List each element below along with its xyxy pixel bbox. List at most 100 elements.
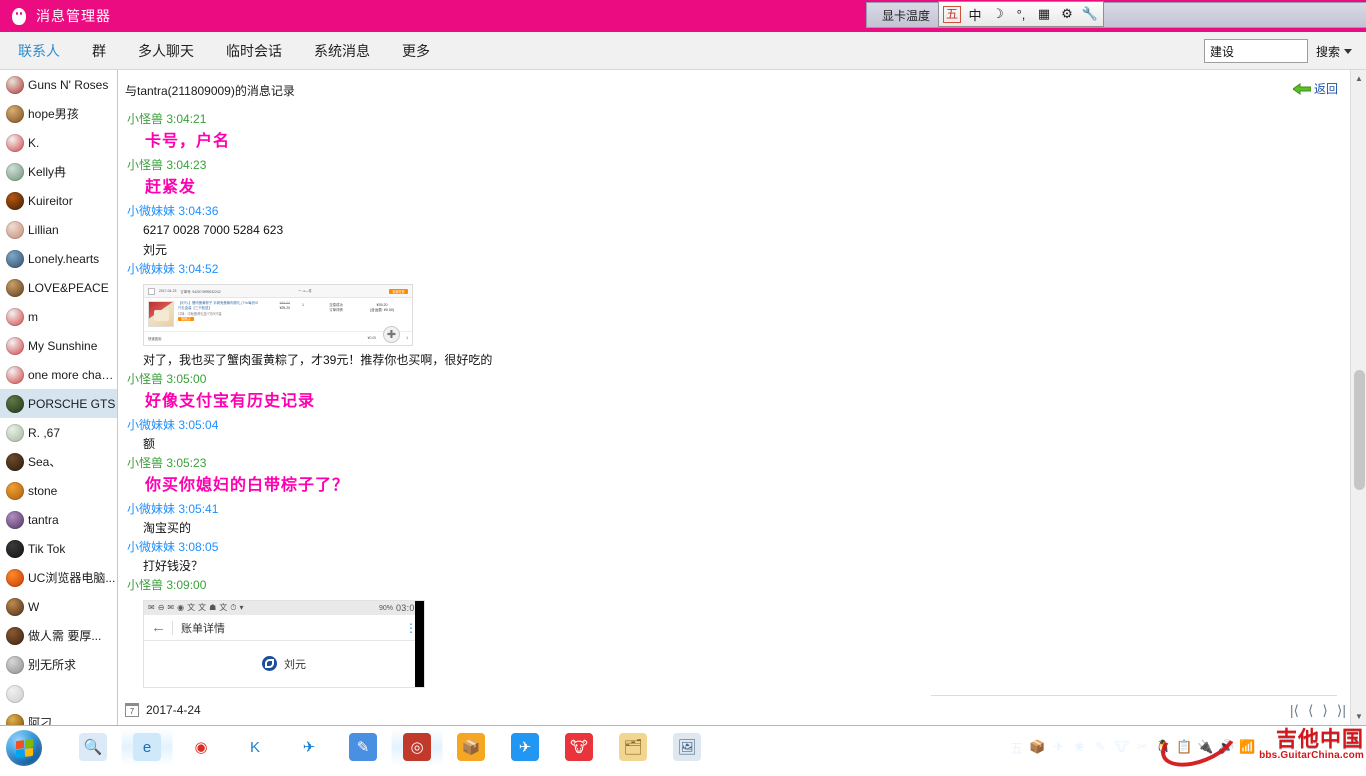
package-icon: 📦 [457,733,485,761]
tab-2[interactable]: 多人聊天 [138,41,194,61]
avatar [6,307,24,326]
sidebar-item-contact[interactable]: one more chance [0,360,117,389]
prev-page-button[interactable]: ⟨ [1308,702,1313,719]
product-title[interactable]: 【5只L】蟹肉蛋黄粽子 手剥壳蛋黄肉粽礼 (7%/每份/5只礼盒装【三只松鼠】 [178,301,258,311]
tab-3[interactable]: 临时会话 [226,41,282,61]
sidebar-item-contact[interactable]: Lillian [0,215,117,244]
taskbar-item-photo-viewer[interactable]: 🖼 [661,728,713,766]
scrollbar-thumb[interactable] [1354,370,1365,490]
ime-toolbox-icon[interactable]: ⚙ [1058,4,1076,24]
tab-5[interactable]: 更多 [402,41,430,61]
sidebar-item-contact[interactable]: UC浏览器电脑... [0,563,117,592]
tray-momo-icon[interactable]: 🐮 [1111,735,1132,759]
ime-moon-icon[interactable]: ☽ [989,4,1007,24]
contact-name: stone [28,483,58,498]
tray-scissors-icon[interactable]: ✂ [1132,735,1153,759]
explorer-icon: 🗂 [619,733,647,761]
taskbar-item-search-doc[interactable]: 🔍 [67,728,119,766]
internet-explorer-icon: e [133,733,161,761]
taskbar-item-chrome[interactable]: ◉ [175,728,227,766]
sidebar-item-contact[interactable]: PORSCHE GTS [0,389,117,418]
ime-punctuation-icon[interactable]: °, [1012,4,1030,24]
contact-name: Lonely.hearts [28,251,100,266]
zoom-in-icon[interactable]: ✚ [383,326,400,343]
message-sender: 小微妹妹 3:04:52 [127,262,219,276]
sidebar-item-contact[interactable]: Sea、 [0,447,117,476]
vertical-scrollbar[interactable]: ▲ ▼ [1350,70,1366,725]
search-input[interactable] [1203,39,1308,63]
sidebar-item-contact[interactable]: Tik Tok [0,534,117,563]
tab-4[interactable]: 系统消息 [314,41,370,61]
taskbar-item-kingsoft[interactable]: K [229,728,281,766]
tray-grip[interactable] [992,734,1002,760]
ime-softkeyboard-icon[interactable]: ▦ [1035,4,1053,24]
message-sender: 小微妹妹 3:04:36 [127,204,219,218]
taskbar-item-internet-explorer[interactable]: e [121,728,173,766]
scroll-up-button[interactable]: ▲ [1351,70,1366,87]
ime-chinese-mode-icon[interactable]: 中 [966,4,984,24]
first-page-button[interactable]: |⟨ [1290,702,1299,719]
gpu-temperature-widget[interactable]: 显卡温度 [866,2,946,28]
tray-network-tool-icon[interactable]: ❀ [1069,735,1090,759]
tray-clipboard-icon[interactable]: 📋 [1174,735,1195,759]
taskbar-clock[interactable]: 2017/5/15 星期一 [1258,734,1350,760]
tray-usb-safe-icon[interactable]: 🔌 [1195,735,1216,759]
back-link[interactable]: 返回 [1292,80,1338,97]
taskbar-item-tim[interactable]: ✈ [499,728,551,766]
tray-tim-icon[interactable]: ✈ [1048,735,1069,759]
tray-package-icon[interactable]: 📦 [1027,735,1048,759]
contacts-sidebar[interactable]: Guns N' Roses hope男孩 K. Kelly冉 Kuireitor Lill… [0,70,118,725]
taskbar-item-game[interactable]: ◎ [391,728,443,766]
taskbar-item-editor[interactable]: ✎ [337,728,389,766]
sidebar-item-contact[interactable]: K. [0,128,117,157]
back-arrow-icon[interactable]: ← [151,620,166,635]
taskbar-grip[interactable] [51,732,63,762]
phone-bill-screenshot[interactable]: ✉ ⊖ ✉ ◉ 文文 ☗ 文 ⏱ ▾ 90% 03:08 ← 账单详情 ⋮ 刘元 [143,600,425,688]
tray-qq-icon[interactable]: 🐧 [1153,735,1174,759]
sidebar-item-contact[interactable]: tantra [0,505,117,534]
sidebar-item-contact[interactable]: Kelly冉 [0,157,117,186]
scroll-down-button[interactable]: ▼ [1351,708,1366,725]
window-title: 消息管理器 [36,8,111,24]
avatar [6,278,24,297]
last-page-button[interactable]: ⟩| [1337,702,1346,719]
order-checkbox[interactable] [148,287,155,295]
sidebar-item-contact[interactable]: Lonely.hearts [0,244,117,273]
sidebar-item-contact[interactable]: 别无所求 [0,650,117,679]
sidebar-item-contact[interactable]: hope男孩 [0,99,117,128]
taskbar-item-package[interactable]: 📦 [445,728,497,766]
sidebar-item-contact[interactable]: R. ,67 [0,418,117,447]
ime-wrench-icon[interactable]: 🔧 [1081,4,1099,24]
tray-editor-icon[interactable]: ✎ [1090,735,1111,759]
tray-volume-icon[interactable]: 🔊 [1216,735,1237,759]
taskbar-item-foxmail[interactable]: ✈ [283,728,335,766]
sidebar-item-contact[interactable]: 做人需 要厚... [0,621,117,650]
sidebar-item-contact[interactable]: 阿刁 [0,708,117,725]
contact-name: R. ,67 [28,425,61,440]
ime-toolbar[interactable]: 五中 ☽ °, ▦ ⚙ 🔧 [938,1,1104,27]
sidebar-item-contact[interactable]: My Sunshine [0,331,117,360]
sidebar-item-contact[interactable]: LOVE&PEACE [0,273,117,302]
ime-logo-icon[interactable]: 五 [943,5,961,23]
chat-date: 2017-4-24 [146,703,201,717]
sidebar-item-contact[interactable]: W [0,592,117,621]
search-button[interactable]: 搜索 [1308,38,1356,64]
sidebar-item-contact[interactable] [0,679,117,708]
sidebar-item-contact[interactable]: stone [0,476,117,505]
tab-0[interactable]: 联系人 [18,41,60,61]
taobao-order-screenshot[interactable]: 2017-04-23 订单号: 942574999032242 一ం—­件 卖家旺旺【… [143,284,413,346]
taskbar-item-momo[interactable]: 🐮 [553,728,605,766]
show-desktop-button[interactable] [1353,726,1364,768]
pagination[interactable]: |⟨ ⟨ ⟩ ⟩| [1290,702,1346,719]
taskbar-item-explorer[interactable]: 🗂 [607,728,659,766]
start-button[interactable] [2,727,48,767]
chat-header: 与tantra(211809009)的消息记录 返回 [119,70,1350,100]
next-page-button[interactable]: ⟩ [1322,702,1327,719]
tray-network-icon[interactable]: 📶 [1237,735,1258,759]
avatar [6,220,24,239]
tab-1[interactable]: 群 [92,41,106,61]
sidebar-item-contact[interactable]: Guns N' Roses [0,70,117,99]
tray-ime-icon[interactable]: 五 [1006,735,1027,759]
sidebar-item-contact[interactable]: Kuireitor [0,186,117,215]
sidebar-item-contact[interactable]: m [0,302,117,331]
